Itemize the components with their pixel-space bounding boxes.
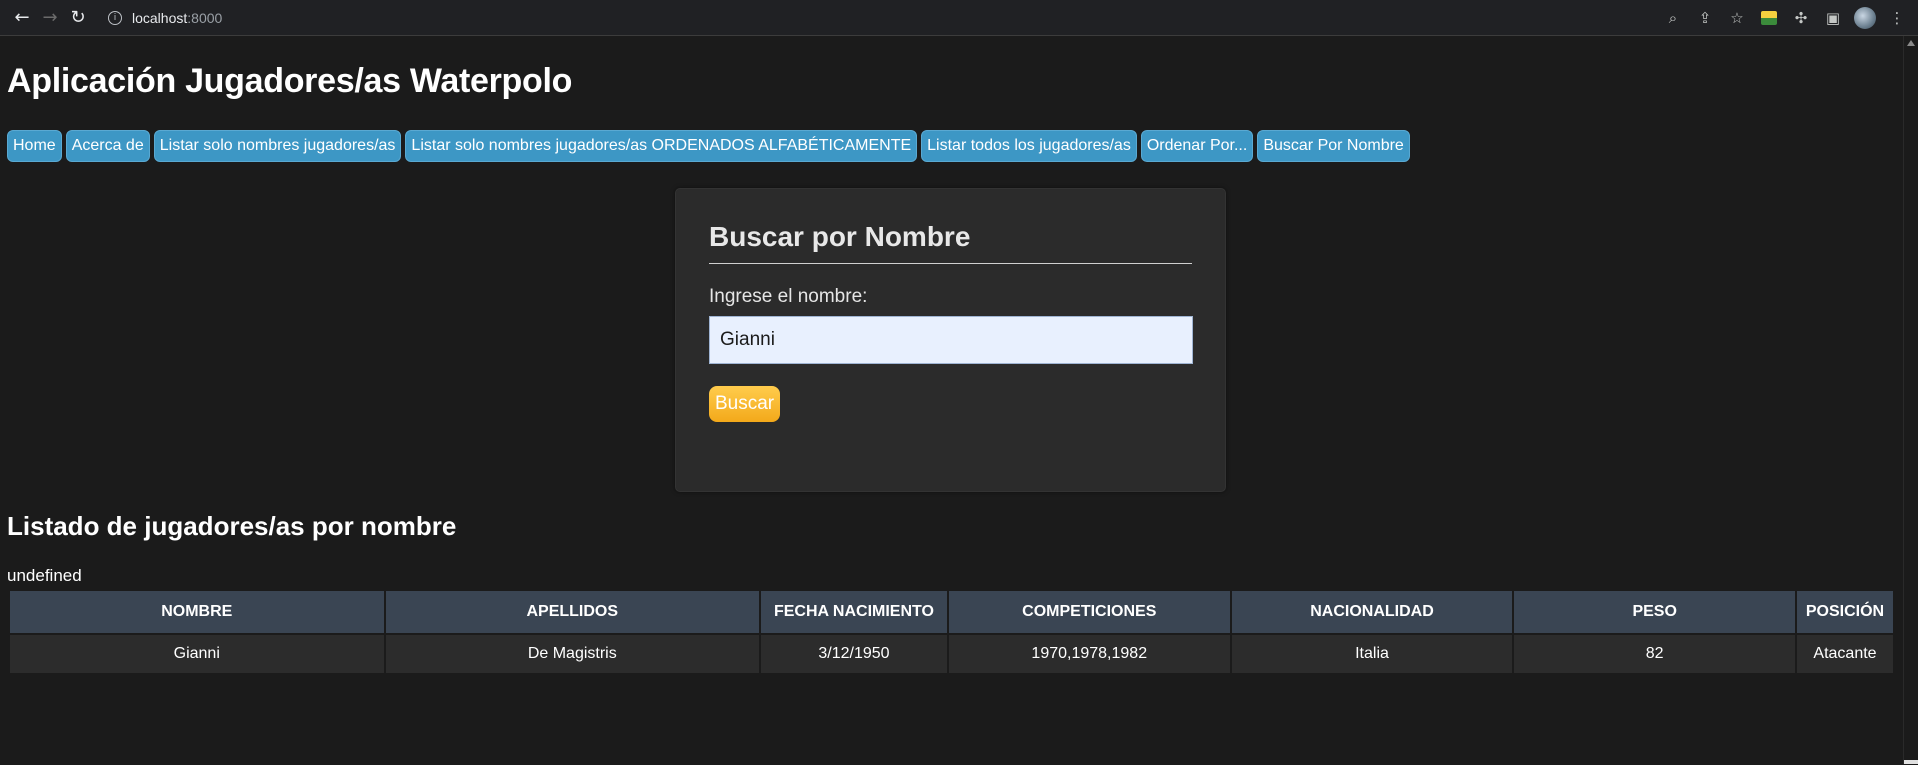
col-header-peso: PESO (1512, 589, 1797, 635)
col-header-nombre: NOMBRE (8, 589, 386, 635)
page-content: Aplicación Jugadores/as Waterpolo Home A… (0, 36, 1918, 764)
name-field-label: Ingrese el nombre: (709, 286, 868, 307)
extensions-puzzle-icon[interactable]: ✣ (1788, 5, 1814, 31)
bookmark-star-icon[interactable]: ☆ (1724, 5, 1750, 31)
results-status-text: undefined (7, 566, 82, 585)
menu-kebab-icon[interactable]: ⋮ (1884, 5, 1910, 31)
menu-search-by-name-button[interactable]: Buscar Por Nombre (1257, 130, 1410, 162)
profile-avatar[interactable] (1852, 5, 1878, 31)
main-menu: Home Acerca de Listar solo nombres jugad… (7, 130, 1911, 162)
scrollbar-bottom (1904, 760, 1918, 764)
cell-posicion: Atacante (1794, 633, 1896, 675)
table-row: Gianni De Magistris 3/12/1950 1970,1978,… (8, 633, 1896, 675)
menu-list-names-sorted-button[interactable]: Listar solo nombres jugadores/as ORDENAD… (405, 130, 918, 162)
url-port: :8000 (187, 9, 223, 26)
scroll-up-arrow-icon[interactable] (1907, 40, 1915, 46)
menu-sort-by-button[interactable]: Ordenar Por... (1140, 130, 1254, 162)
cell-fecha-nacimiento: 3/12/1950 (759, 633, 949, 675)
col-header-apellidos: APELLIDOS (383, 589, 762, 635)
browser-toolbar: ← → ↻ i localhost:8000 ⌕ ⇪ ☆ ✣ ▣ ⋮ (0, 0, 1918, 36)
zoom-icon[interactable]: ⌕ (1660, 5, 1686, 31)
players-table: NOMBRE APELLIDOS FECHA NACIMIENTO COMPET… (8, 589, 1896, 675)
reload-icon[interactable]: ↻ (64, 4, 92, 32)
forward-icon[interactable]: → (36, 4, 64, 32)
col-header-competiciones: COMPETICIONES (946, 589, 1232, 635)
menu-list-all-button[interactable]: Listar todos los jugadores/as (921, 130, 1137, 162)
side-panel-icon[interactable]: ▣ (1820, 5, 1846, 31)
menu-list-names-button[interactable]: Listar solo nombres jugadores/as (153, 130, 402, 162)
cell-competiciones: 1970,1978,1982 (946, 633, 1232, 675)
menu-home-button[interactable]: Home (7, 130, 62, 162)
cell-nombre: Gianni (8, 633, 386, 675)
share-icon[interactable]: ⇪ (1692, 5, 1718, 31)
cell-apellidos: De Magistris (383, 633, 762, 675)
page-scrollbar[interactable] (1903, 36, 1918, 764)
address-bar[interactable]: i localhost:8000 (102, 4, 1632, 31)
table-header-row: NOMBRE APELLIDOS FECHA NACIMIENTO COMPET… (8, 589, 1896, 635)
col-header-posicion: POSICIÓN (1794, 589, 1896, 635)
menu-about-button[interactable]: Acerca de (65, 130, 150, 162)
search-form-title: Buscar por Nombre (709, 221, 1192, 264)
back-icon[interactable]: ← (8, 4, 36, 32)
cell-peso: 82 (1512, 633, 1797, 675)
search-form-card: Buscar por Nombre Ingrese el nombre: Gia… (675, 188, 1226, 492)
col-header-nacionalidad: NACIONALIDAD (1229, 589, 1515, 635)
col-header-fecha-nacimiento: FECHA NACIMIENTO (759, 589, 949, 635)
page-title: Aplicación Jugadores/as Waterpolo (7, 62, 573, 100)
results-title: Listado de jugadores/as por nombre (7, 511, 457, 541)
url-host: localhost (132, 9, 188, 26)
cell-nacionalidad: Italia (1229, 633, 1515, 675)
extension-icon[interactable] (1756, 5, 1782, 31)
site-info-icon[interactable]: i (108, 10, 122, 25)
name-input[interactable]: Gianni (709, 316, 1193, 364)
search-button[interactable]: Buscar (709, 386, 781, 422)
